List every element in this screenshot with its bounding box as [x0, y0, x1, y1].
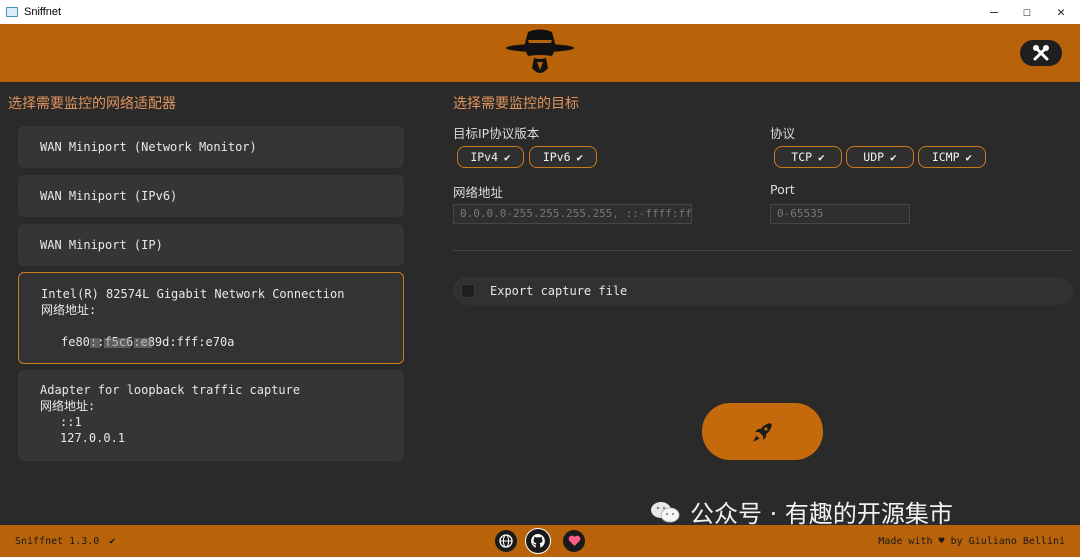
sponsor-heart-icon[interactable]: [563, 530, 585, 552]
heart-icon: ♥: [938, 536, 945, 547]
port-filter-label: Port: [770, 182, 795, 197]
credits: Made with ♥ by Giuliano Bellini: [878, 536, 1065, 547]
adapter-name: WAN Miniport (IPv6): [40, 189, 178, 203]
protocol-label: 协议: [770, 126, 796, 141]
udp-toggle[interactable]: UDP ✔: [846, 146, 914, 168]
port-filter-input[interactable]: 0-65535: [770, 204, 910, 224]
address-label: 网络地址:: [40, 399, 96, 413]
icmp-toggle[interactable]: ICMP ✔: [918, 146, 986, 168]
sniffnet-spy-logo-icon: [506, 29, 574, 73]
redacted-address: [41, 318, 381, 348]
adapter-item[interactable]: WAN Miniport (IPv6): [18, 175, 404, 217]
app-icon: [6, 7, 18, 17]
settings-button[interactable]: [1020, 40, 1062, 66]
check-icon: ✔: [504, 150, 511, 164]
wechat-icon: [651, 501, 680, 522]
maximize-icon[interactable]: ☐: [1010, 0, 1044, 24]
ip-version-label: 目标IP协议版本: [453, 126, 540, 141]
adapter-name: WAN Miniport (IP): [40, 238, 163, 252]
adapter-item[interactable]: WAN Miniport (IP): [18, 224, 404, 266]
rocket-icon: [752, 422, 772, 442]
divider: [453, 250, 1073, 251]
adapter-item[interactable]: WAN Miniport (Network Monitor): [18, 126, 404, 168]
ipv6-label: IPv6: [542, 150, 571, 164]
version-info: Sniffnet 1.3.0 ✔: [15, 536, 115, 547]
start-capture-button[interactable]: [702, 403, 823, 460]
udp-label: UDP: [863, 150, 885, 164]
minimize-icon[interactable]: —: [977, 0, 1011, 24]
watermark: 公众号 · 有趣的开源集市: [650, 494, 953, 529]
adapters-panel-title: 选择需要监控的网络适配器: [8, 96, 176, 112]
check-icon: ✔: [890, 150, 897, 164]
export-label: Export capture file: [490, 284, 628, 298]
watermark-text: 公众号 · 有趣的开源集市: [690, 500, 953, 528]
adapter-item[interactable]: Adapter for loopback traffic capture 网络地…: [18, 370, 404, 461]
export-capture-row[interactable]: Export capture file: [453, 277, 1073, 305]
adapter-name: Intel(R) 82574L Gigabit Network Connecti…: [41, 287, 345, 301]
app-footer: Sniffnet 1.3.0 ✔ Made with ♥ by Giuliano…: [0, 525, 1080, 557]
adapter-address: ::1: [60, 415, 82, 429]
ipv4-toggle[interactable]: IPv4 ✔: [457, 146, 524, 168]
app-header: [0, 24, 1080, 82]
check-icon: ✔: [109, 536, 116, 547]
check-icon: ✔: [965, 150, 973, 164]
author-text: by Giuliano Bellini: [950, 536, 1065, 547]
adapter-address: 127.0.0.1: [60, 431, 126, 445]
close-icon[interactable]: ✕: [1044, 0, 1078, 24]
adapter-name: Adapter for loopback traffic capture: [40, 383, 301, 397]
check-icon: ✔: [576, 150, 584, 164]
github-icon[interactable]: [525, 528, 551, 554]
version-text: Sniffnet 1.3.0: [15, 536, 100, 547]
filters-panel-title: 选择需要监控的目标: [453, 96, 579, 112]
tcp-toggle[interactable]: TCP ✔: [774, 146, 842, 168]
address-label: 网络地址:: [41, 303, 97, 317]
adapter-name: WAN Miniport (Network Monitor): [40, 140, 257, 154]
icmp-label: ICMP: [931, 150, 960, 164]
made-with-text: Made with: [878, 536, 933, 547]
globe-icon[interactable]: [495, 530, 517, 552]
ipv6-toggle[interactable]: IPv6 ✔: [529, 146, 597, 168]
window-title: Sniffnet: [24, 6, 62, 18]
adapter-item-selected[interactable]: Intel(R) 82574L Gigabit Network Connecti…: [18, 272, 404, 364]
address-filter-input[interactable]: 0.0.0.0-255.255.255.255, ::-ffff:fff: [453, 204, 692, 224]
tools-icon: [1033, 45, 1049, 61]
check-icon: ✔: [818, 150, 825, 164]
ipv4-label: IPv4: [470, 150, 499, 164]
tcp-label: TCP: [791, 150, 813, 164]
window-titlebar: Sniffnet: [0, 0, 1080, 24]
address-filter-label: 网络地址: [453, 185, 504, 200]
export-checkbox[interactable]: [461, 284, 475, 298]
